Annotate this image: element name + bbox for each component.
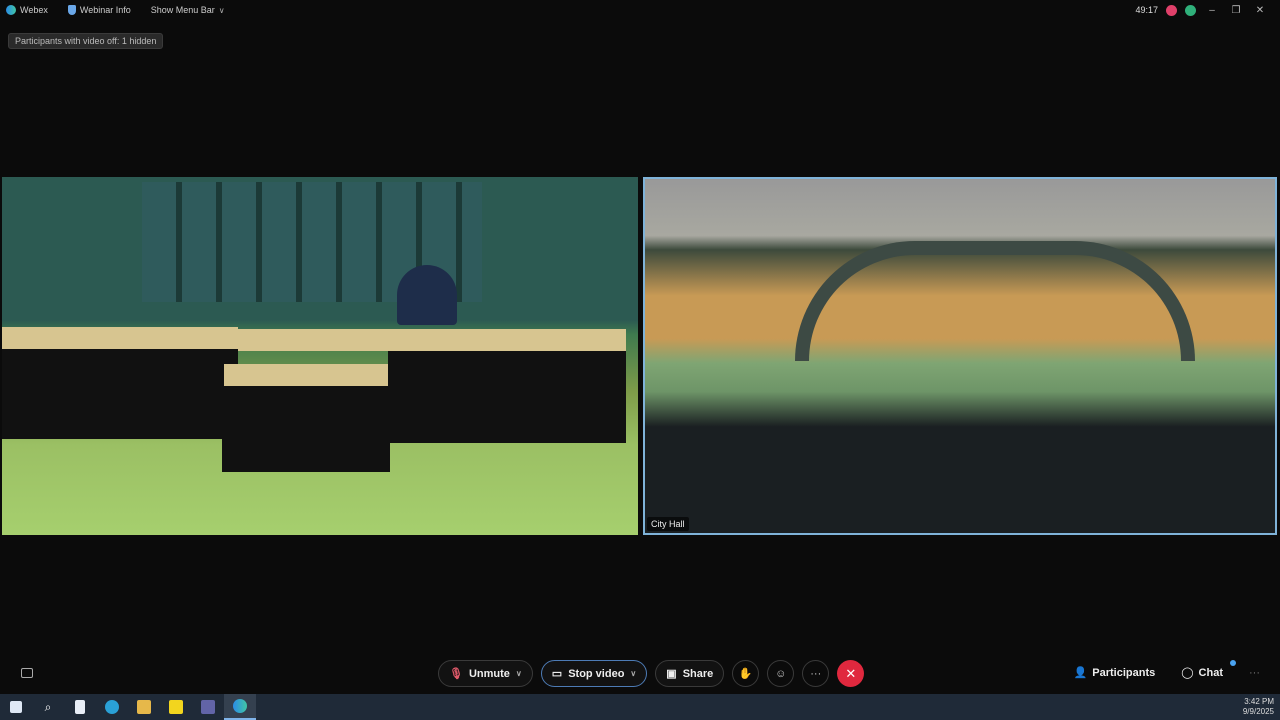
council-dais [795,241,1195,361]
webex-icon [233,699,247,713]
share-button[interactable]: ▣ Share [655,660,725,687]
app-name: Webex [20,5,48,15]
desk [2,327,238,349]
hidden-participants-label[interactable]: Participants with video off: 1 hidden [8,33,164,49]
layout-icon[interactable] [21,668,33,678]
chevron-down-icon[interactable]: ∨ [516,669,522,678]
webinar-info-label: Webinar Info [79,5,131,15]
desk-skirt [2,349,238,439]
teams-icon [201,700,215,714]
participants-icon: 👤 [1073,667,1088,679]
chat-icon: ◯ [1181,667,1194,679]
speaker-figure [397,265,457,325]
webinar-info-button[interactable]: Webinar Info [67,5,131,15]
desk [238,329,626,351]
share-label: Share [682,667,714,680]
chat-label: Chat [1198,667,1223,679]
taskbar-file[interactable] [64,694,96,720]
close-button[interactable]: ✕ [1252,5,1268,16]
participants-label: Participants [1092,667,1156,679]
raise-hand-button[interactable]: ✋ [732,660,760,687]
network-health-icon[interactable] [1185,4,1196,16]
chevron-down-icon[interactable]: ∨ [630,669,636,678]
leave-meeting-button[interactable]: ✕ [837,660,865,687]
video-tile-city-hall[interactable]: City Hall [643,177,1277,535]
clock-date: 9/9/2025 [1242,707,1274,716]
show-menu-bar-label: Show Menu Bar [150,5,215,15]
reactions-button[interactable]: ☺ [767,660,795,687]
edge-icon [105,700,119,714]
stop-video-label: Stop video [568,667,625,680]
camera-icon: ▭ [551,668,563,680]
system-clock[interactable]: 3:42 PM 9/9/2025 [1243,697,1274,717]
meeting-controls: 🎙 Unmute ∨ ▭ Stop video ∨ ▣ Share ✋ ☺ ··· ✕ [438,660,865,687]
shield-icon [67,5,76,15]
sticky-notes-icon [169,700,183,714]
share-screen-icon: ▣ [666,668,677,680]
mic-muted-icon: 🎙 [449,668,463,680]
search-button[interactable]: ⌕ [32,694,64,720]
document-icon [75,700,85,714]
title-bar: Webex Webinar Info Show Menu Bar ∨ [0,0,1280,20]
clock-time: 3:42 PM [1244,697,1274,706]
show-menu-bar-button[interactable]: Show Menu Bar ∨ [151,5,225,15]
minimize-button[interactable]: – [1204,5,1220,16]
taskbar-teams[interactable] [192,694,224,720]
table [224,364,388,386]
folder-icon [137,700,151,714]
webex-logo-icon [6,5,16,15]
search-icon: ⌕ [44,699,52,714]
meeting-timer: 49:17 [1135,5,1158,15]
taskbar-sticky[interactable] [160,694,192,720]
desk-skirt [388,351,626,443]
stop-video-button[interactable]: ▭ Stop video ∨ [540,660,648,687]
webex-menu[interactable]: Webex [6,5,48,15]
start-button[interactable] [0,694,32,720]
unmute-button[interactable]: 🎙 Unmute ∨ [438,660,533,687]
taskbar-explorer[interactable] [128,694,160,720]
chat-button[interactable]: ◯ Chat [1181,666,1223,679]
taskbar-webex[interactable] [224,694,256,720]
recording-icon [1166,4,1177,16]
windows-icon [10,701,22,713]
video-label: City Hall [647,517,689,531]
video-tile-chamber-speaker[interactable] [2,177,638,535]
table-skirt [222,386,390,472]
more-panels-button[interactable]: ··· [1249,667,1260,679]
maximize-button[interactable]: ❐ [1228,5,1244,16]
taskbar-edge[interactable] [96,694,128,720]
chevron-down-icon: ∨ [218,5,225,15]
taskbar: ⌕ 3:42 PM 9/9/2025 [0,694,1280,720]
more-options-button[interactable]: ··· [802,660,830,687]
unmute-label: Unmute [468,667,510,680]
participants-button[interactable]: 👤 Participants [1074,666,1156,679]
